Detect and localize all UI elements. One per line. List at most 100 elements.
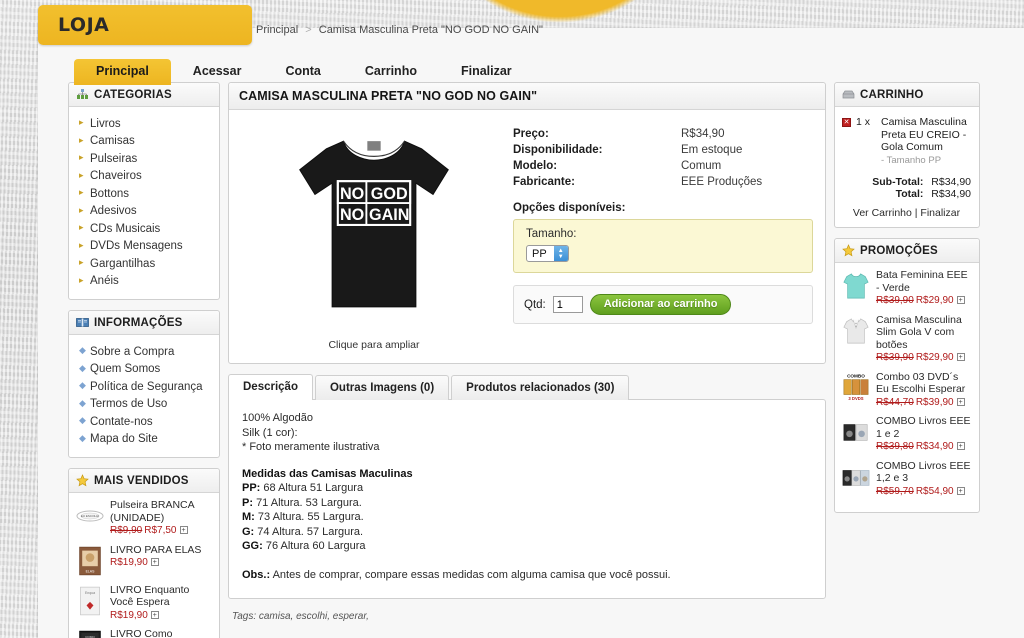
add-icon[interactable]: + [179, 526, 188, 534]
site-logo[interactable]: LOJA [38, 5, 252, 45]
nav-tab-carrinho[interactable]: Carrinho [343, 59, 439, 85]
measure-row-p: P: 71 Altura. 53 Largura. [242, 496, 812, 511]
category-item-aneis[interactable]: ▸ Anéis [79, 273, 213, 291]
info-item-contate-nos[interactable]: ◆ Contate-nos [79, 413, 213, 431]
description-line-1: 100% Algodão [242, 412, 313, 424]
spec-label-preco: Preço: [513, 128, 549, 140]
tab-outras-imagens[interactable]: Outras Imagens (0) [314, 375, 450, 400]
checkout-link[interactable]: Finalizar [920, 207, 960, 219]
measure-row-pp: PP: 68 Altura 51 Largura [242, 481, 812, 496]
promocoes-panel-title: PROMOÇÕES [860, 244, 938, 257]
product-price: R$29,90 [915, 295, 954, 306]
measure-value: 74 Altura. 57 Largura. [257, 525, 364, 538]
category-item-cds-musicais[interactable]: ▸ CDs Musicais [79, 220, 213, 238]
product-price: R$19,90 [110, 609, 148, 621]
nav-tab-principal[interactable]: Principal [74, 59, 171, 85]
category-item-chaveiros[interactable]: ▸ Chaveiros [79, 168, 213, 186]
info-item-mapa-do-site[interactable]: ◆ Mapa do Site [79, 431, 213, 449]
zoom-caption[interactable]: Clique para ampliar [241, 339, 507, 351]
measure-row-gg: GG: 76 Altura 60 Largura [242, 539, 812, 554]
category-item-bottons[interactable]: ▸ Bottons [79, 185, 213, 203]
product-thumbnail-combo-dvd: COMBO 3 DVDS [841, 371, 871, 405]
category-label: Livros [90, 117, 121, 130]
product-name: Pulseira BRANCA (UNIDADE) [110, 499, 195, 524]
breadcrumb-separator: > [305, 24, 312, 36]
cart-item-name[interactable]: Camisa Masculina Preta EU CREIO - Gola C… [881, 116, 967, 153]
chevron-updown-icon[interactable]: ▲ ▼ [553, 246, 568, 261]
spec-value-disponibilidade: Em estoque [681, 144, 743, 156]
breadcrumb-home[interactable]: Principal [256, 24, 298, 36]
chevron-right-icon: ▸ [79, 152, 84, 162]
add-icon[interactable]: + [956, 296, 965, 304]
add-to-cart-button[interactable]: Adicionar ao carrinho [589, 294, 732, 315]
tab-descricao[interactable]: Descrição [228, 374, 313, 400]
add-icon[interactable]: + [150, 558, 159, 566]
list-item[interactable]: Enqua LIVRO Enquanto Você Espera R$19,90… [75, 584, 214, 623]
quantity-row: Qtd: Adicionar ao carrinho [513, 285, 813, 324]
description-line-3: * Foto meramente ilustrativa [242, 441, 380, 453]
chevron-right-icon: ▸ [79, 204, 84, 215]
category-item-dvds-mensagens[interactable]: ▸ DVDs Mensagens [79, 238, 213, 256]
mais-vendidos-panel: MAIS VENDIDOS EU ESCOLHI Pulseira BRANCA… [68, 468, 220, 638]
category-item-pulseiras[interactable]: ▸ Pulseiras [79, 150, 213, 168]
info-label: Contate-nos [90, 415, 153, 428]
site-logo-text: LOJA [58, 14, 110, 36]
cart-total-label: Total: [895, 188, 924, 200]
add-icon[interactable]: + [956, 442, 965, 450]
view-cart-link[interactable]: Ver Carrinho [853, 207, 912, 219]
informacoes-panel: INFORMAÇÕES ◆ Sobre a Compra ◆ Quem Somos … [68, 310, 220, 458]
categories-list: ▸ Livros ▸ Camisas ▸ Pulseiras ▸ Chaveiros ▸… [79, 115, 213, 290]
list-item[interactable]: COMBO 3 DVDS Combo 03 DVD´s Eu Escolhi E… [841, 371, 974, 410]
tab-strip: Descrição Outras Imagens (0) Produtos re… [228, 374, 826, 400]
measure-value: 68 Altura 51 Largura [263, 482, 364, 494]
list-item[interactable]: EU ESCOLHI Pulseira BRANCA (UNIDADE) R$9… [75, 499, 214, 538]
nav-tab-finalizar[interactable]: Finalizar [439, 59, 534, 85]
tab-produtos-relacionados[interactable]: Produtos relacionados (30) [451, 375, 630, 400]
list-item[interactable]: COMBO Livros EEE 1,2 e 3 R$59,70 R$54,90 + [841, 460, 974, 499]
quantity-input[interactable] [552, 296, 583, 313]
breadcrumb-current: Camisa Masculina Preta "NO GOD NO GAIN" [318, 24, 543, 36]
category-label: Bottons [90, 187, 129, 200]
list-item[interactable]: ELAS LIVRO PARA ELAS R$19,90 + [75, 544, 214, 578]
category-item-camisas[interactable]: ▸ Camisas [79, 133, 213, 151]
add-icon[interactable]: + [956, 353, 965, 361]
product-old-price: R$9,90 [110, 525, 143, 536]
category-item-gargantilhas[interactable]: ▸ Gargantilhas [79, 255, 213, 273]
list-item[interactable]: COMO LIVRO Como Escolher a Pessoa Certa?… [75, 628, 214, 638]
informacoes-panel-header: INFORMAÇÕES [69, 311, 219, 335]
category-item-livros[interactable]: ▸ Livros [79, 115, 213, 133]
info-item-quem-somos[interactable]: ◆ Quem Somos [79, 361, 213, 379]
nav-tab-conta[interactable]: Conta [263, 59, 342, 85]
list-item-info: LIVRO PARA ELAS R$19,90 + [110, 544, 201, 578]
info-item-politica-de-seguranca[interactable]: ◆ Política de Segurança [79, 378, 213, 396]
info-label: Política de Segurança [90, 380, 203, 393]
list-item-info: LIVRO Enquanto Você Espera R$19,90 + [110, 584, 214, 623]
info-item-sobre-a-compra[interactable]: ◆ Sobre a Compra [79, 343, 213, 361]
category-label: Chaveiros [90, 170, 142, 182]
observation-label: Obs.: [242, 568, 271, 581]
add-icon[interactable]: + [150, 610, 159, 619]
info-label: Mapa do Site [90, 433, 158, 445]
list-item-info: Combo 03 DVD´s Eu Escolhi Esperar R$44,7… [876, 371, 974, 410]
tab-panel-descricao: 100% Algodão Silk (1 cor): * Foto merame… [228, 399, 826, 599]
info-item-termos-de-uso[interactable]: ◆ Termos de Uso [79, 396, 213, 414]
product-body: NO GOD NO GAIN Clique para ampliar Preço… [229, 110, 825, 363]
cart-item-details: Camisa Masculina Preta EU CREIO - Gola C… [881, 116, 971, 167]
category-label: Gargantilhas [90, 257, 156, 270]
add-icon[interactable]: + [956, 486, 965, 495]
add-icon[interactable]: + [956, 397, 965, 406]
product-name: Camisa Masculina Slim Gola V com botões [876, 313, 962, 351]
list-item-info: LIVRO Como Escolher a Pessoa Certa? R$34… [110, 628, 214, 638]
product-price: R$34,90 [915, 441, 954, 452]
list-item[interactable]: Camisa Masculina Slim Gola V com botões … [841, 314, 974, 365]
chevron-right-icon: ▸ [79, 187, 84, 197]
size-select[interactable]: PP ▲ ▼ [526, 245, 569, 262]
list-item-info: COMBO Livros EEE 1,2 e 3 R$59,70 R$54,90 + [876, 460, 974, 499]
nav-tab-acessar[interactable]: Acessar [171, 59, 264, 85]
product-image[interactable]: NO GOD NO GAIN [241, 124, 507, 329]
remove-item-icon[interactable]: ✕ [842, 118, 851, 127]
list-item[interactable]: COMBO Livros EEE 1 e 2 R$39,80 R$34,90 + [841, 415, 974, 454]
category-item-adesivos[interactable]: ▸ Adesivos [79, 203, 213, 221]
table-row: Preço: R$34,90 [513, 126, 813, 142]
list-item[interactable]: Bata Feminina EEE - Verde R$39,90 R$29,90… [841, 269, 974, 308]
